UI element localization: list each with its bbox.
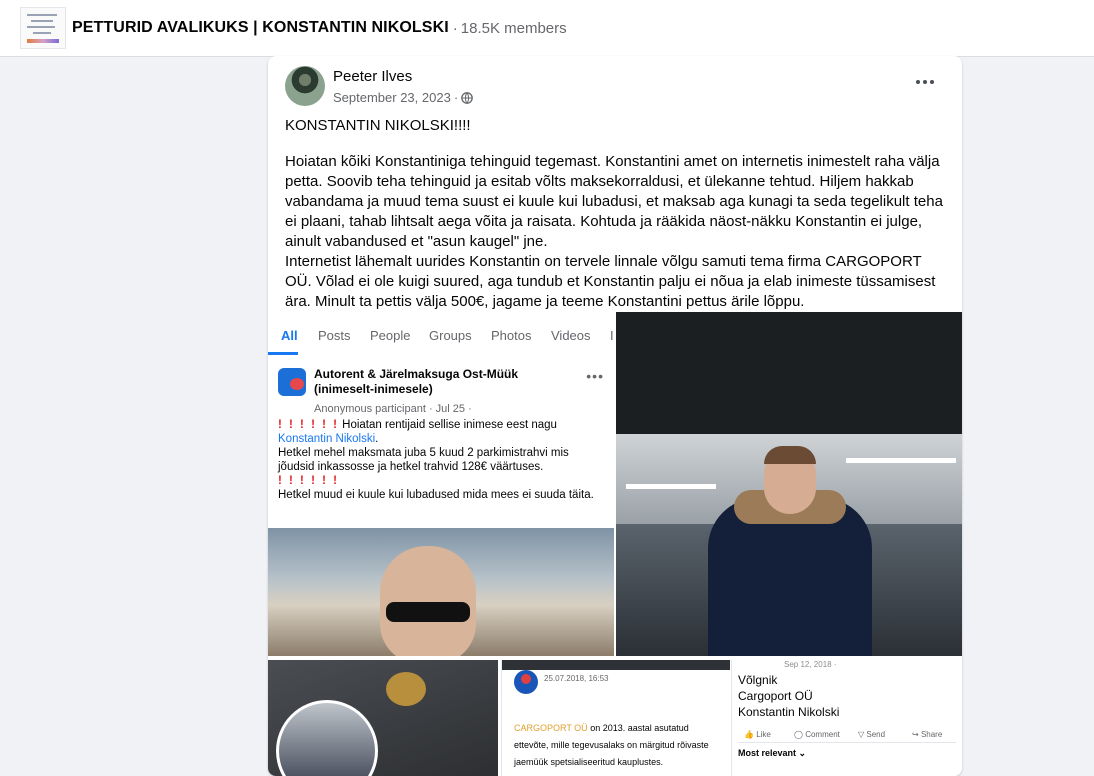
tab-people: People	[370, 328, 411, 343]
photo-company-post[interactable]: 25.07.2018, 16:53 CARGOPORT OÜ on 2013. …	[501, 660, 730, 776]
post-photo-grid: All Posts People Groups Photos Videos I …	[268, 312, 962, 776]
author-avatar[interactable]	[285, 66, 325, 106]
company-name: CARGOPORT OÜ	[514, 723, 588, 733]
debtor-line-1: Võlgnik	[738, 673, 778, 687]
tab-posts: Posts	[318, 328, 351, 343]
post-meta: September 23, 2023 ·	[333, 90, 474, 105]
group-logo-icon	[278, 368, 306, 396]
preview-more-icon: •••	[586, 368, 604, 384]
comment-action: ◯ Comment	[794, 730, 840, 739]
preview-line-3: Hetkel muud ei kuule kui lubadused mida …	[278, 489, 594, 501]
group-separator: ·	[452, 19, 458, 37]
preview-line-1-end: .	[375, 433, 379, 445]
photo-debtor-post[interactable]: Sep 12, 2018 · Võlgnik Cargoport OÜ Kons…	[731, 660, 962, 776]
group-member-count[interactable]: 18.5K members	[461, 20, 567, 37]
share-action: ↪ Share	[912, 730, 943, 739]
group-name[interactable]: PETTURID AVALIKUKS | KONSTANTIN NIKOLSKI	[72, 19, 449, 37]
preview-group-name: Autorent & Järelmaksuga Ost-Müük (inimes…	[314, 367, 519, 396]
company-post-text: CARGOPORT OÜ on 2013. aastal asutatud et…	[514, 720, 724, 771]
photo-search-screenshot[interactable]: All Posts People Groups Photos Videos I …	[268, 312, 614, 656]
debtor-lines: Võlgnik Cargoport OÜ Konstantin Nikolski	[738, 672, 839, 720]
debtor-line-3: Konstantin Nikolski	[738, 705, 840, 719]
tab-groups: Groups	[429, 328, 472, 343]
tab-videos: Videos	[551, 328, 591, 343]
post-card: Peeter Ilves September 23, 2023 · KONSTA…	[268, 56, 962, 776]
preview-person-link: Konstantin Nikolski	[278, 433, 376, 445]
post-date-separator: ·	[453, 90, 459, 105]
post-date[interactable]: September 23, 2023	[333, 90, 451, 105]
sunglasses	[386, 602, 470, 622]
photo-man-garage[interactable]	[616, 312, 962, 656]
profile-circle-photo	[276, 700, 378, 776]
group-post-preview: Autorent & Järelmaksuga Ost-Müük (inimes…	[268, 356, 614, 528]
preview-author-meta: Anonymous participant · Jul 25 ·	[314, 403, 472, 415]
author-name[interactable]: Peeter Ilves	[333, 68, 412, 85]
tab-photos: Photos	[491, 328, 532, 343]
preview-line-1: Hoiatan rentijaid sellise inimese eest n…	[342, 419, 557, 431]
exclamation-marks-2: ! ! ! ! ! !	[278, 475, 339, 487]
post-header: Peeter Ilves September 23, 2023 ·	[285, 66, 945, 110]
cat-eye	[386, 672, 426, 706]
group-cover-thumbnail[interactable]	[20, 7, 66, 49]
preview-text: ! ! ! ! ! ! Hoiatan rentijaid sellise in…	[278, 418, 604, 502]
post-body-paragraph-1: Hoiatan kõiki Konstantiniga tehinguid te…	[285, 153, 943, 250]
debtor-post-date: Sep 12, 2018 ·	[784, 660, 837, 669]
man-sunglasses-photo	[268, 528, 614, 656]
photo-cat-collage[interactable]	[268, 660, 498, 776]
post-text: KONSTANTIN NIKOLSKI!!!! Hoiatan kõiki Ko…	[285, 116, 949, 312]
more-dots-icon[interactable]	[911, 72, 939, 92]
search-tabs: All Posts People Groups Photos Videos I	[268, 312, 614, 357]
company-post-date: 25.07.2018, 16:53	[544, 674, 609, 683]
tab-all: All	[281, 328, 298, 343]
most-relevant-sort: Most relevant ⌄	[738, 748, 807, 758]
post-body-paragraph-2: Internetist lähemalt uurides Konstantin …	[285, 253, 936, 310]
debtor-line-2: Cargoport OÜ	[738, 689, 813, 703]
active-tab-indicator	[268, 352, 298, 355]
post-title: KONSTANTIN NIKOLSKI!!!!	[285, 117, 471, 134]
like-action: 👍 Like	[744, 730, 771, 739]
tab-more: I	[610, 328, 614, 343]
globe-icon[interactable]	[461, 91, 474, 104]
group-header: PETTURID AVALIKUKS | KONSTANTIN NIKOLSKI…	[0, 0, 1094, 57]
send-action: ▽ Send	[858, 730, 886, 739]
exclamation-marks: ! ! ! ! ! !	[278, 419, 339, 431]
preview-line-2: Hetkel mehel maksmata juba 5 kuud 2 park…	[278, 447, 569, 473]
company-avatar	[514, 670, 538, 694]
